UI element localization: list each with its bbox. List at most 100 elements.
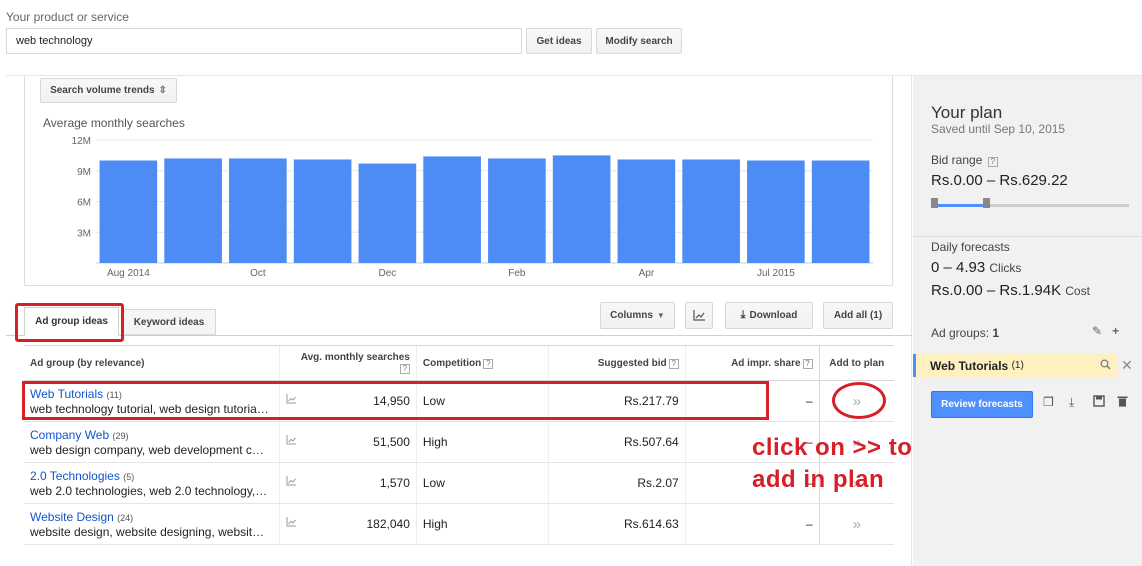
competition-cell: High (415, 503, 549, 545)
trash-icon[interactable] (1117, 395, 1128, 410)
ad-group-keywords: website design, website designing, websi… (30, 524, 265, 539)
avg-monthly-searches: 51,500 (373, 435, 410, 449)
trend-chart-icon[interactable] (286, 476, 297, 489)
add-icon[interactable]: + (1112, 324, 1119, 338)
suggested-bid-cell: Rs.507.64 (547, 421, 686, 463)
cost-unit: Cost (1065, 284, 1090, 298)
table-row[interactable]: Web Tutorials (11) web technology tutoria… (24, 380, 894, 422)
avg-monthly-searches: 1,570 (379, 476, 410, 490)
help-icon[interactable]: ? (399, 364, 410, 374)
daily-cost: Rs.0.00 – Rs.1.94K Cost (931, 282, 1090, 299)
sidebar-divider (913, 236, 1142, 237)
product-search-input[interactable]: web technology (6, 28, 522, 54)
ad-group-name-link[interactable]: 2.0 Technologies (30, 469, 120, 483)
chart-bar (423, 156, 481, 263)
chart-title: Average monthly searches (43, 116, 185, 130)
x-tick-label: Jul 2015 (757, 268, 795, 279)
trend-chart-icon[interactable] (286, 435, 297, 448)
tab-ad-group-ideas[interactable]: Ad group ideas (24, 307, 119, 336)
ad-group-count: (11) (106, 389, 122, 400)
ad-group-count: (24) (117, 512, 134, 523)
chart-bar (358, 163, 417, 263)
add-all-button[interactable]: Add all (1) (823, 302, 893, 329)
line-chart-icon (692, 310, 705, 321)
help-icon[interactable]: ? (483, 358, 494, 369)
header-ad-impr-share[interactable]: Ad impr. share (731, 358, 800, 369)
annotation-text: click on >> to add in plan (752, 432, 912, 496)
bid-slider-handle-max[interactable] (983, 198, 990, 208)
ad-groups-label: Ad groups: 1 (931, 326, 999, 340)
ad-group-name-link[interactable]: Website Design (30, 510, 114, 524)
trend-chart-icon[interactable] (286, 517, 297, 530)
ad-group-name-link[interactable]: Company Web (30, 428, 109, 442)
ad-group-keywords: web technology tutorial, web design tuto… (30, 401, 269, 416)
add-to-plan-button[interactable]: » (818, 380, 894, 422)
competition-cell: High (415, 421, 549, 463)
bid-slider-handle-min[interactable] (931, 198, 938, 208)
competition-cell: Low (415, 380, 549, 422)
modify-search-button[interactable]: Modify search (596, 28, 682, 54)
get-ideas-button[interactable]: Get ideas (526, 28, 592, 54)
review-forecasts-button[interactable]: Review forecasts (931, 391, 1033, 418)
table-row[interactable]: Website Design (24) website design, websi… (24, 503, 894, 545)
suggested-bid-cell: Rs.217.79 (547, 380, 686, 422)
table-header-row: Ad group (by relevance) Avg. monthly sea… (24, 345, 894, 381)
header-competition[interactable]: Competition (423, 358, 481, 369)
chart-bar (229, 158, 287, 263)
close-icon[interactable]: ✕ (1121, 357, 1133, 374)
columns-button[interactable]: Columns ▼ (600, 302, 675, 329)
chart-bar (747, 160, 805, 263)
ad-group-count: (5) (123, 471, 135, 482)
chart-bar (99, 160, 158, 263)
x-tick-label: Dec (378, 268, 396, 279)
trend-select-label: Search volume trends (50, 85, 155, 96)
x-tick-label: Aug 2014 (107, 268, 150, 279)
download-icon: ⤓ (740, 309, 746, 321)
save-icon[interactable] (1093, 395, 1105, 410)
ad-group-name-link[interactable]: Web Tutorials (30, 387, 103, 401)
header-add-to-plan: Add to plan (829, 357, 885, 369)
copy-icon[interactable]: ❐ (1043, 395, 1054, 409)
clicks-value: 0 – 4.93 (931, 259, 986, 276)
y-tick-label: 9M (77, 167, 91, 178)
download-button[interactable]: ⤓ Download (725, 302, 813, 329)
clicks-unit: Clicks (989, 261, 1022, 275)
daily-forecasts-label: Daily forecasts (931, 240, 1010, 254)
plan-sidebar (913, 76, 1142, 566)
help-icon[interactable]: ? (668, 358, 679, 369)
ad-groups-count: 1 (992, 326, 1000, 340)
suggested-bid-cell: Rs.614.63 (547, 503, 686, 545)
trend-chart-icon[interactable] (286, 394, 297, 407)
ad-impr-share-cell: – (684, 380, 820, 422)
caret-down-icon: ▼ (656, 311, 665, 320)
ad-impr-share-cell: – (684, 503, 820, 545)
download-icon[interactable]: ⤓ (1069, 395, 1074, 410)
header-suggested-bid[interactable]: Suggested bid (598, 358, 667, 369)
chart-bar (552, 155, 611, 263)
ad-group-chip[interactable]: Web Tutorials (1) (913, 354, 1118, 377)
help-icon[interactable]: ? (802, 358, 813, 369)
header-ad-group[interactable]: Ad group (by relevance) (30, 358, 144, 369)
annotation-line-2: add in plan (752, 466, 885, 493)
ad-group-keywords: web design company, web development c… (30, 442, 264, 457)
edit-pencil-icon[interactable]: ✎ (1092, 324, 1102, 338)
avg-monthly-searches: 182,040 (366, 517, 410, 531)
search-icon[interactable] (1100, 359, 1111, 373)
chart-bar (293, 159, 352, 263)
tab-keyword-ideas[interactable]: Keyword ideas (122, 309, 216, 335)
plan-saved-text: Saved until Sep 10, 2015 (931, 122, 1066, 136)
ad-group-keywords: web 2.0 technologies, web 2.0 technology… (30, 483, 268, 498)
y-tick-label: 12M (72, 136, 91, 147)
help-icon[interactable]: ? (987, 157, 998, 167)
add-to-plan-button[interactable]: » (818, 503, 894, 545)
avg-monthly-searches: 14,950 (373, 394, 410, 408)
header-avg-searches[interactable]: Avg. monthly searches (301, 352, 410, 363)
search-volume-trends-select[interactable]: Search volume trends ⇕ (40, 78, 177, 103)
chart-bar (617, 159, 676, 263)
chart-toggle-button[interactable] (685, 302, 713, 329)
y-tick-label: 3M (77, 228, 91, 239)
x-tick-label: Oct (250, 268, 266, 279)
chart-bar (682, 159, 740, 263)
daily-clicks: 0 – 4.93 Clicks (931, 259, 1021, 276)
annotation-line-1: click on >> to (752, 434, 913, 461)
